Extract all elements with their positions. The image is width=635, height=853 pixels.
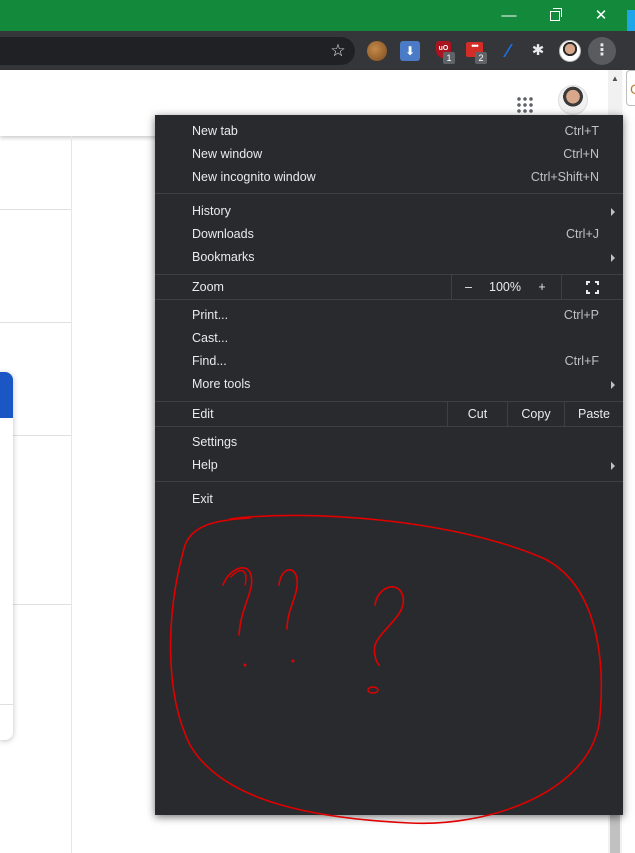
menu-item-shortcut: Ctrl+J [566,227,599,241]
dialog-card [0,372,13,740]
menu-item-shortcut: Ctrl+F [564,354,599,368]
bookmark-star-icon[interactable]: ☆ [326,40,350,62]
menu-item-label: Exit [192,492,213,506]
column-divider [71,136,72,853]
menu-separator [155,299,623,300]
menu-item-shortcut: Ctrl+N [563,147,599,161]
menu-separator [155,426,623,427]
dialog-card-divider [0,704,13,705]
zoom-label: Zoom [192,280,224,294]
ublock-origin-icon[interactable]: uO 1 [434,41,455,64]
download-extension-icon[interactable] [400,41,420,61]
address-bar[interactable]: ☆ [0,37,355,65]
menu-item-exit[interactable]: Exit [155,488,623,511]
squirrel-extension-icon[interactable] [367,41,387,61]
menu-edit-row: Edit Cut Copy Paste [155,402,623,426]
scroll-thumb[interactable] [610,810,620,853]
chrome-menu-button[interactable]: ⋮ [588,37,616,65]
feather-extension-icon[interactable]: ⁄ [498,41,518,61]
menu-item-label: History [192,204,231,218]
chrome-main-menu: New tab Ctrl+T New window Ctrl+N New inc… [155,115,623,815]
taskbar-app-icon [627,10,635,32]
zoom-level: 100% [489,280,521,294]
browser-toolbar: ☆ uO 1 ••• 2 ⁄ ✱ ⋮ [0,31,635,70]
menu-item-new-tab[interactable]: New tab Ctrl+T [155,120,623,143]
lastpass-badge: 2 [475,52,487,64]
fullscreen-icon [586,281,599,294]
menu-item-find[interactable]: Find... Ctrl+F [155,350,623,373]
menu-zoom-row: Zoom – 100% + [155,275,623,299]
paste-button[interactable]: Paste [564,402,623,426]
side-panel-tab[interactable]: C [626,70,635,106]
menu-item-label: Find... [192,354,227,368]
fullscreen-button[interactable] [561,275,623,299]
menu-separator [155,193,623,194]
menu-item-new-incognito-window[interactable]: New incognito window Ctrl+Shift+N [155,166,623,189]
restore-icon [550,11,560,21]
puzzle-extensions-icon[interactable]: ✱ [528,41,548,61]
menu-item-cast[interactable]: Cast... [155,327,623,350]
menu-item-shortcut: Ctrl+T [564,124,599,138]
menu-item-new-window[interactable]: New window Ctrl+N [155,143,623,166]
menu-item-print[interactable]: Print... Ctrl+P [155,304,623,327]
menu-item-label: New window [192,147,263,161]
menu-item-history[interactable]: History [155,200,623,223]
menu-item-label: Bookmarks [192,250,255,264]
scroll-up-arrow-icon[interactable]: ▲ [608,74,622,83]
menu-item-help[interactable]: Help [155,454,623,477]
menu-item-label: Cast... [192,331,229,345]
account-avatar[interactable] [558,85,588,115]
profile-avatar-icon[interactable] [559,40,581,62]
apps-grid-icon[interactable] [516,96,534,114]
cut-button[interactable]: Cut [447,402,507,426]
submenu-arrow-icon [611,462,615,470]
menu-item-label: Help [192,458,218,472]
menu-item-label: Print... [192,308,229,322]
menu-item-shortcut: Ctrl+Shift+N [530,170,599,184]
menu-item-bookmarks[interactable]: Bookmarks [155,246,623,269]
menu-item-label: Settings [192,435,238,449]
edit-label: Edit [192,407,214,421]
restore-button[interactable] [532,0,578,31]
menu-item-label: More tools [192,377,251,391]
row-divider [0,322,71,323]
menu-item-downloads[interactable]: Downloads Ctrl+J [155,223,623,246]
menu-item-label: New tab [192,124,238,138]
menu-item-settings[interactable]: Settings [155,431,623,454]
submenu-arrow-icon [611,381,615,389]
dialog-card-header [0,372,13,418]
zoom-in-button[interactable]: + [525,275,559,299]
menu-item-label: New incognito window [192,170,316,184]
row-divider [0,209,71,210]
menu-item-label: Downloads [192,227,254,241]
menu-separator [155,481,623,482]
submenu-arrow-icon [611,208,615,216]
ublock-badge: 1 [443,52,455,64]
copy-button[interactable]: Copy [507,402,564,426]
close-button[interactable]: ✕ [578,0,624,31]
menu-item-shortcut: Ctrl+P [563,308,599,322]
submenu-arrow-icon [611,254,615,262]
menu-item-more-tools[interactable]: More tools [155,373,623,396]
lastpass-icon[interactable]: ••• 2 [466,41,487,64]
title-bar: — ✕ [0,0,635,31]
minimize-button[interactable]: — [486,0,532,31]
zoom-out-button[interactable]: – [451,275,485,299]
